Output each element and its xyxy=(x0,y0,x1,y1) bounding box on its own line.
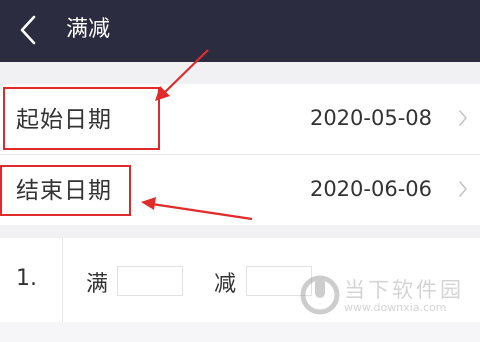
section-gap xyxy=(0,62,480,84)
page-title: 满减 xyxy=(66,17,111,42)
rule-index: 1. xyxy=(16,266,37,291)
full-amount-label: 满 xyxy=(86,272,109,297)
annotation-box-start-date xyxy=(3,87,160,150)
watermark-logo-icon xyxy=(300,275,340,315)
app-header: 满减 xyxy=(0,0,480,62)
annotation-box-end-date xyxy=(0,165,131,216)
full-amount-input[interactable] xyxy=(117,266,183,296)
watermark-url: www.downxia.com xyxy=(344,301,447,314)
end-date-value: 2020-06-06 xyxy=(309,177,432,201)
reduce-amount-label: 减 xyxy=(214,272,237,297)
back-button[interactable] xyxy=(10,8,46,52)
chevron-left-icon xyxy=(20,15,36,45)
chevron-right-icon xyxy=(459,110,467,126)
watermark-text: 当下软件园 xyxy=(344,278,464,302)
watermark: 当下软件园 www.downxia.com xyxy=(296,270,480,320)
rule-divider xyxy=(62,238,63,322)
bottom-strip xyxy=(0,322,480,342)
chevron-right-icon xyxy=(459,181,467,197)
start-date-value: 2020-05-08 xyxy=(309,106,432,130)
section-gap xyxy=(0,225,480,238)
